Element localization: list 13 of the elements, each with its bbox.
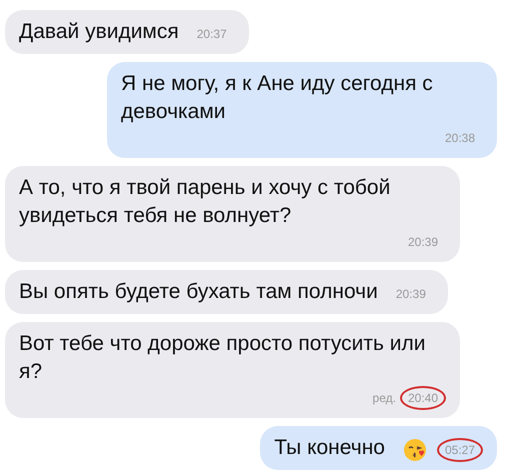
message-time: 20:37 bbox=[196, 26, 228, 43]
message-text: Вы опять будете бухать там полночи bbox=[19, 279, 378, 305]
message-text: Ты конечно bbox=[274, 435, 385, 461]
message-time: 20:39 bbox=[406, 234, 439, 251]
message-time: 20:40 bbox=[400, 386, 446, 410]
message-time: 20:38 bbox=[444, 130, 476, 147]
message-text: А то, что я твой парень и хочу с тобой увидеться тебя не волнует? bbox=[19, 175, 392, 229]
message-text: Давай увидимся bbox=[19, 19, 179, 45]
message-time: 05:27 bbox=[436, 438, 483, 462]
message-time: 20:39 bbox=[394, 286, 427, 303]
message-text: Я не могу, я к Ане иду сегодня с девочками bbox=[121, 71, 434, 125]
message-text: Вот тебе что дороже просто потусить или я? bbox=[19, 331, 426, 385]
edited-label: ред. bbox=[372, 390, 396, 407]
